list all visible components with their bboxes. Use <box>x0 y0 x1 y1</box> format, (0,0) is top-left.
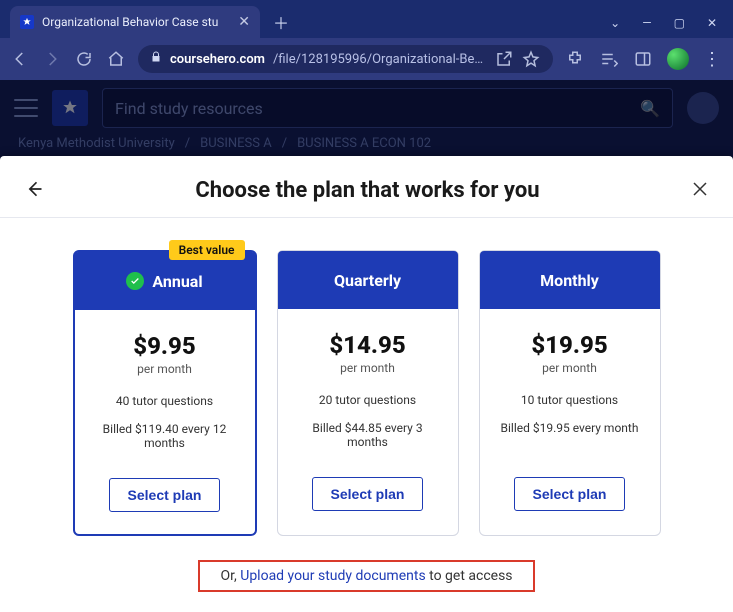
plan-modal: Choose the plan that works for you Best … <box>0 156 733 612</box>
best-value-badge: Best value <box>169 240 245 260</box>
nav-back-icon[interactable] <box>10 49 30 69</box>
plan-price: $14.95 <box>329 331 405 359</box>
select-plan-button[interactable]: Select plan <box>514 477 626 511</box>
minimize-icon[interactable]: — <box>642 16 651 30</box>
window-controls: ⌄ — ▢ ✕ <box>610 16 733 38</box>
plan-quarterly: Quarterly $14.95 per month 20 tutor ques… <box>277 250 459 536</box>
plan-price: $19.95 <box>531 331 607 359</box>
chevron-down-icon[interactable]: ⌄ <box>610 16 620 30</box>
plan-billed: Billed $119.40 every 12 months <box>75 422 255 452</box>
plan-per: per month <box>137 362 192 376</box>
plan-billed: Billed $44.85 every 3 months <box>278 421 458 451</box>
plan-name: Annual <box>152 272 202 291</box>
window-titlebar: Organizational Behavior Case stu ✕ ＋ ⌄ —… <box>0 0 733 38</box>
plan-header: Annual <box>75 252 255 310</box>
select-plan-button[interactable]: Select plan <box>109 478 221 512</box>
reload-icon[interactable] <box>74 49 94 69</box>
home-icon[interactable] <box>106 49 126 69</box>
upload-alternative: Or, Upload your study documents to get a… <box>198 560 534 592</box>
plan-tutor: 40 tutor questions <box>116 394 213 408</box>
kebab-menu-icon[interactable]: ⋮ <box>703 49 723 70</box>
plan-per: per month <box>542 361 597 375</box>
or-suffix: to get access <box>426 568 513 584</box>
modal-close-icon[interactable] <box>691 180 709 202</box>
lock-icon <box>150 51 162 67</box>
close-window-icon[interactable]: ✕ <box>707 16 717 30</box>
plan-tutor: 20 tutor questions <box>319 393 416 407</box>
plan-header: Quarterly <box>278 251 458 309</box>
plan-name: Monthly <box>540 271 599 290</box>
profile-avatar[interactable] <box>667 48 689 70</box>
plan-billed: Billed $19.95 every month <box>483 421 657 451</box>
nav-forward-icon <box>42 49 62 69</box>
plan-price: $9.95 <box>133 332 195 360</box>
tab-title: Organizational Behavior Case stu <box>42 15 230 29</box>
plan-annual: Best value Annual $9.95 per month 40 tut… <box>73 250 257 536</box>
browser-tab[interactable]: Organizational Behavior Case stu ✕ <box>10 6 260 38</box>
favicon-icon <box>20 15 34 29</box>
plan-list: Best value Annual $9.95 per month 40 tut… <box>0 218 733 552</box>
maximize-icon[interactable]: ▢ <box>674 16 685 30</box>
select-plan-button[interactable]: Select plan <box>312 477 424 511</box>
toolbar-right: ⋮ <box>565 48 723 70</box>
address-bar[interactable]: coursehero.com /file/128195996/Organizat… <box>138 45 553 73</box>
plan-header: Monthly <box>480 251 660 309</box>
plan-name: Quarterly <box>334 271 401 290</box>
extensions-icon[interactable] <box>565 49 585 69</box>
panel-icon[interactable] <box>633 49 653 69</box>
modal-back-icon[interactable] <box>24 179 44 203</box>
plan-tutor: 10 tutor questions <box>521 393 618 407</box>
browser-toolbar: coursehero.com /file/128195996/Organizat… <box>0 38 733 80</box>
new-tab-button[interactable]: ＋ <box>268 9 294 35</box>
share-icon[interactable] <box>494 49 513 69</box>
plan-per: per month <box>340 361 395 375</box>
queue-icon[interactable] <box>599 49 619 69</box>
or-prefix: Or, <box>220 568 240 584</box>
url-domain: coursehero.com <box>170 52 265 67</box>
bookmark-star-icon[interactable] <box>522 49 541 69</box>
upload-link[interactable]: Upload your study documents <box>240 568 425 584</box>
plan-monthly: Monthly $19.95 per month 10 tutor questi… <box>479 250 661 536</box>
tab-close-icon[interactable]: ✕ <box>238 14 250 30</box>
url-path: /file/128195996/Organizational-Beh... <box>273 52 486 67</box>
check-icon <box>126 272 144 290</box>
modal-title: Choose the plan that works for you <box>44 178 691 203</box>
